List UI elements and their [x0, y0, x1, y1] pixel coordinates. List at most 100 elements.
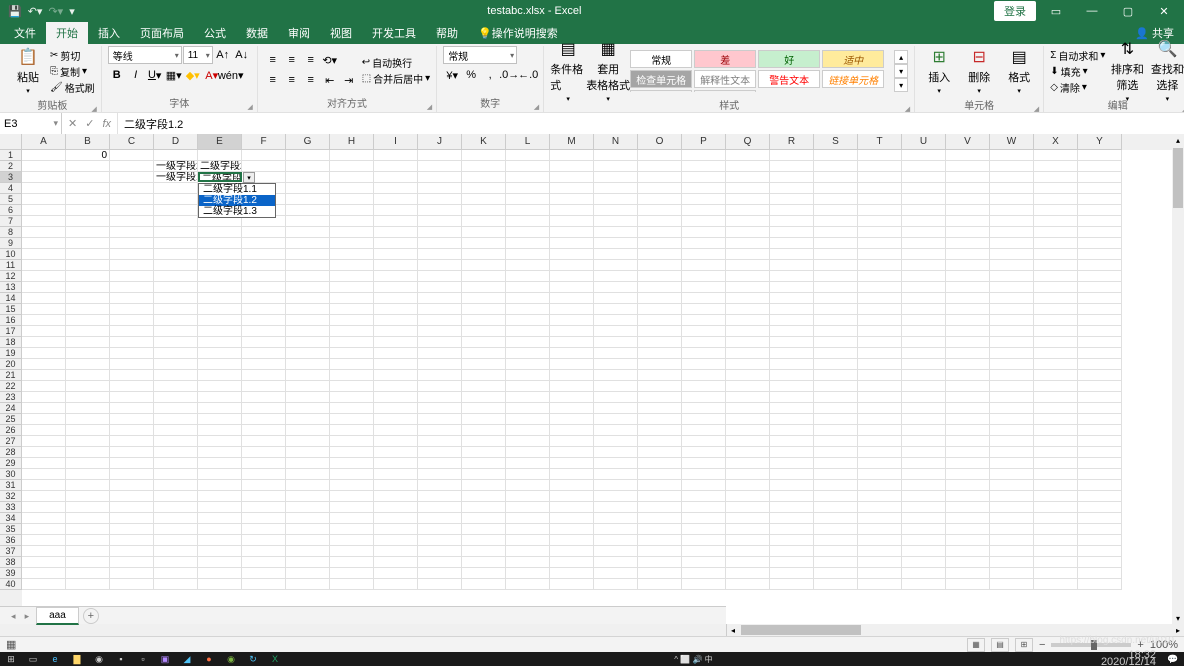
row-header[interactable]: 5 [0, 194, 22, 205]
cell[interactable] [726, 458, 770, 469]
cell[interactable] [902, 161, 946, 172]
cell[interactable] [242, 282, 286, 293]
cell[interactable] [990, 359, 1034, 370]
cell[interactable] [330, 513, 374, 524]
col-header[interactable]: Y [1078, 134, 1122, 150]
cell[interactable] [374, 414, 418, 425]
cell[interactable] [902, 293, 946, 304]
cell[interactable] [110, 359, 154, 370]
cell[interactable] [110, 216, 154, 227]
cell[interactable] [682, 546, 726, 557]
cell[interactable] [902, 337, 946, 348]
cell[interactable] [418, 348, 462, 359]
cell[interactable] [506, 524, 550, 535]
cell[interactable] [110, 513, 154, 524]
cell[interactable] [330, 304, 374, 315]
cell[interactable] [1078, 271, 1122, 282]
style-cell[interactable]: 好 [758, 50, 820, 68]
row-header[interactable]: 26 [0, 425, 22, 436]
cut-button[interactable]: ✂ 剪切 [50, 48, 95, 63]
cell[interactable] [770, 480, 814, 491]
cell[interactable] [1034, 403, 1078, 414]
cell[interactable] [110, 425, 154, 436]
cell[interactable] [550, 260, 594, 271]
currency-icon[interactable]: ¥▾ [443, 66, 461, 84]
cell[interactable] [682, 513, 726, 524]
conditional-format-button[interactable]: ▤条件格式▾ [550, 46, 586, 96]
cell[interactable] [902, 469, 946, 480]
cell[interactable] [594, 282, 638, 293]
cell[interactable] [814, 205, 858, 216]
cell[interactable] [902, 491, 946, 502]
sheet-nav-last[interactable]: ▸ [22, 611, 33, 621]
cell[interactable] [22, 315, 66, 326]
cell[interactable] [990, 183, 1034, 194]
cell[interactable] [418, 579, 462, 590]
cell[interactable] [814, 249, 858, 260]
cell[interactable] [330, 381, 374, 392]
cell[interactable] [154, 568, 198, 579]
dv-option[interactable]: 二级字段1.1 [199, 184, 275, 195]
cell[interactable] [462, 293, 506, 304]
cell[interactable] [946, 546, 990, 557]
cell[interactable] [1034, 271, 1078, 282]
cell[interactable] [1034, 480, 1078, 491]
cell[interactable] [198, 238, 242, 249]
cell[interactable] [154, 535, 198, 546]
cell[interactable] [726, 568, 770, 579]
cell[interactable] [770, 370, 814, 381]
cell[interactable] [1078, 172, 1122, 183]
cell[interactable] [550, 436, 594, 447]
cell[interactable] [242, 568, 286, 579]
font-size-select[interactable]: 11 [183, 46, 213, 64]
cell[interactable] [638, 348, 682, 359]
cell[interactable] [594, 557, 638, 568]
cell[interactable] [594, 568, 638, 579]
cell[interactable] [550, 304, 594, 315]
cell[interactable] [1078, 205, 1122, 216]
row-header[interactable]: 4 [0, 183, 22, 194]
cell[interactable] [418, 205, 462, 216]
cell[interactable] [330, 491, 374, 502]
tab-file[interactable]: 文件 [4, 22, 46, 44]
cell[interactable] [22, 579, 66, 590]
cell[interactable] [198, 480, 242, 491]
cell[interactable] [814, 315, 858, 326]
cell[interactable] [506, 447, 550, 458]
cell[interactable] [66, 238, 110, 249]
cell[interactable] [990, 425, 1034, 436]
cell[interactable] [990, 150, 1034, 161]
cell[interactable] [682, 183, 726, 194]
cell[interactable] [990, 414, 1034, 425]
cell[interactable] [770, 161, 814, 172]
cell[interactable] [1078, 348, 1122, 359]
col-header[interactable]: G [286, 134, 330, 150]
cell[interactable] [946, 238, 990, 249]
cell[interactable] [638, 194, 682, 205]
cell[interactable] [506, 513, 550, 524]
cell[interactable] [814, 568, 858, 579]
cell[interactable] [330, 502, 374, 513]
col-header[interactable]: B [66, 134, 110, 150]
cell[interactable] [902, 194, 946, 205]
cell[interactable] [726, 370, 770, 381]
cell[interactable] [770, 205, 814, 216]
cell[interactable] [858, 183, 902, 194]
cell[interactable] [814, 238, 858, 249]
cell[interactable] [110, 568, 154, 579]
cell[interactable] [726, 271, 770, 282]
cell[interactable] [858, 348, 902, 359]
cell[interactable] [110, 172, 154, 183]
excel-icon[interactable]: X [264, 652, 286, 666]
cell[interactable] [418, 183, 462, 194]
cell[interactable] [726, 348, 770, 359]
cell[interactable] [770, 271, 814, 282]
cell[interactable] [330, 370, 374, 381]
cell[interactable] [330, 414, 374, 425]
cell[interactable] [858, 414, 902, 425]
cell[interactable] [418, 216, 462, 227]
select-all-corner[interactable] [0, 134, 22, 150]
cell[interactable] [594, 392, 638, 403]
cell[interactable] [330, 315, 374, 326]
cell[interactable] [858, 205, 902, 216]
